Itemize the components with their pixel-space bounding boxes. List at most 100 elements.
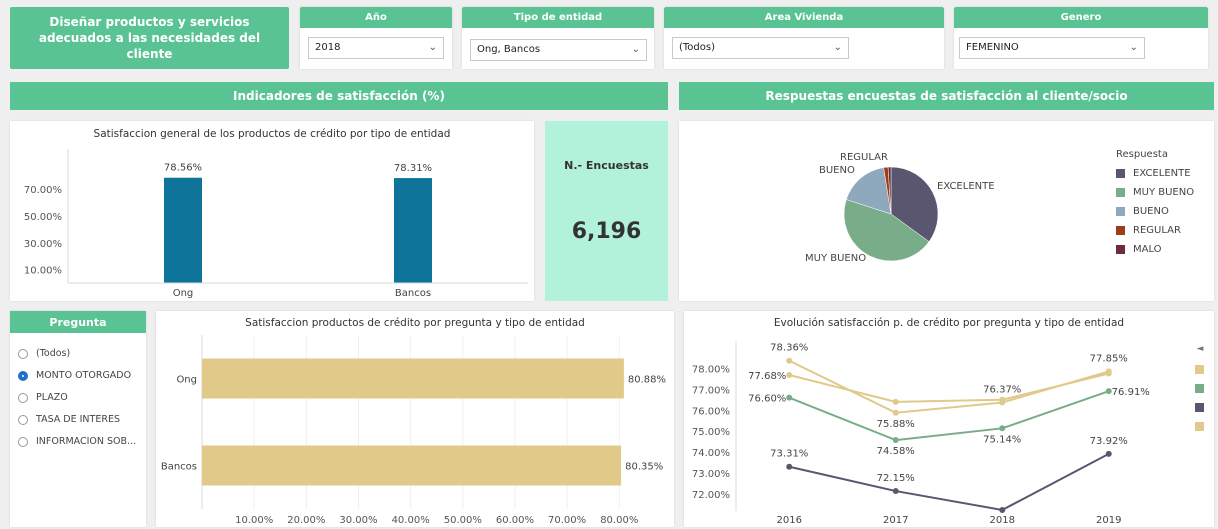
pregunta-option-label: (Todos) [36,348,71,359]
data-point [786,394,793,401]
y-tick-label: 74.00% [692,448,730,459]
year-select[interactable]: 2018 ⌄ [308,37,444,59]
legend-swatch [1195,365,1204,374]
data-label: 75.88% [877,419,915,430]
legend-label: MUY BUENO [1133,187,1195,198]
data-point [999,425,1006,432]
legend-swatch [1116,226,1125,235]
kpi-value: 6,196 [571,219,642,244]
x-tick-label: 20.00% [287,515,325,526]
pregunta-option-label: INFORMACION SOB... [36,436,137,447]
data-label: 73.92% [1090,436,1128,447]
chevron-down-icon: ⌄ [833,42,842,53]
x-tick-label: 10.00% [235,515,273,526]
data-label: 74.58% [877,446,915,457]
x-tick-label: 80.00% [600,515,638,526]
pie-legend-title: Respuesta [1116,149,1168,160]
year-select-value: 2018 [315,42,341,53]
y-tick-label: 77.00% [692,385,730,396]
data-point [892,488,899,495]
legend-swatch [1116,169,1125,178]
x-tick-label: 40.00% [392,515,430,526]
pregunta-option-informacion[interactable]: INFORMACION SOB... [18,436,136,447]
pregunta-option-label: MONTO OTORGADO [36,370,132,381]
chevron-down-icon: ⌄ [1129,42,1138,53]
data-point [786,357,793,364]
x-tick-label: 2018 [990,515,1015,526]
y-tick-label: 73.00% [692,469,730,480]
radio-selected-icon [18,370,28,381]
radio-icon [18,414,28,425]
filter-year-label: Año [300,7,452,28]
legend-swatch [1195,403,1204,412]
x-tick-label: 50.00% [444,515,482,526]
y-tick-label: 76.00% [692,406,730,417]
data-label: 75.14% [983,434,1021,445]
radio-icon [18,436,28,447]
pregunta-option-todos[interactable]: (Todos) [18,348,70,359]
satisfaction-evolution-chart: 72.00% 73.00% 74.00% 75.00% 76.00% 77.00% 78.0… [692,341,1204,526]
radio-icon [18,392,28,403]
x-tick-label: 70.00% [548,515,586,526]
area-select[interactable]: (Todos) ⌄ [672,37,849,59]
pie-slice-label: EXCELENTE [937,181,995,192]
x-tick-label: 2017 [883,515,908,526]
x-tick-label: 2016 [777,515,802,526]
dashboard-title-text: Diseñar productos y servicios adecuados … [38,15,261,61]
section-right-title: Respuestas encuestas de satisfacción al … [765,89,1128,103]
legend-item[interactable]: MALO [1116,244,1162,255]
y-tick-label: 75.00% [692,427,730,438]
legend-item[interactable]: EXCELENTE [1116,168,1191,179]
data-label: 76.91% [1112,387,1150,398]
pregunta-option-monto-otorgado[interactable]: MONTO OTORGADO [18,370,131,381]
legend-item[interactable]: REGULAR [1116,225,1181,236]
legend-item[interactable]: MUY BUENO [1116,187,1194,198]
legend-label: MALO [1133,244,1162,255]
satisfaction-by-question-chart: 10.00% 20.00% 30.00% 40.00% 50.00% 60.00% 70.0… [161,335,666,526]
bar [202,358,624,399]
series-line [788,390,1110,442]
y-tick-label: 30.00% [24,239,62,250]
data-point [1105,370,1112,377]
survey-responses-panel: EXCELENTE MUY BUENO BUENO REGULAR Respuesta… [679,121,1214,301]
x-tick-label: Bancos [395,288,431,299]
data-point [786,372,793,378]
bar [394,178,432,283]
pie-slice-label: BUENO [819,165,855,176]
filter-area-label: Area Vivienda [664,7,944,28]
data-label: 78.36% [770,343,808,354]
data-point [892,398,899,405]
bar [202,445,622,486]
chevron-down-icon: ⌄ [631,44,640,55]
y-tick-label: 72.00% [692,490,730,501]
pregunta-option-label: TASA DE INTERES [36,414,120,425]
legend-scroll-left-icon: ◄ [1197,344,1204,354]
y-tick-label: 10.00% [24,266,62,277]
filter-entity-type-label: Tipo de entidad [462,7,654,28]
filter-entity-type: Tipo de entidad Ong, Bancos ⌄ [462,7,654,69]
y-tick-label: 70.00% [24,185,62,196]
entity-type-select[interactable]: Ong, Bancos ⌄ [470,39,647,61]
radio-icon [18,348,28,359]
x-tick-label: Ong [173,288,194,299]
data-point [892,437,899,444]
pregunta-option-plazo[interactable]: PLAZO [18,392,68,403]
gender-select[interactable]: FEMENINO ⌄ [959,37,1145,59]
data-point [892,409,899,416]
pregunta-filter-panel: Pregunta (Todos) MONTO OTORGADO PLAZO TA… [10,311,146,527]
chevron-down-icon: ⌄ [428,42,437,53]
data-label: 80.88% [628,375,666,386]
bar [164,177,202,283]
pregunta-option-tasa-de-interes[interactable]: TASA DE INTERES [18,414,120,425]
legend-swatch [1116,207,1125,216]
filter-area: Area Vivienda (Todos) ⌄ [664,7,944,69]
series-line [789,453,1110,511]
data-label: 80.35% [625,462,663,473]
legend-label: EXCELENTE [1133,168,1191,179]
kpi-label: N.- Encuestas [564,159,649,172]
pregunta-title: Pregunta [10,311,146,333]
legend-item[interactable]: BUENO [1116,206,1169,217]
data-point [999,396,1006,403]
y-tick-label: 50.00% [24,212,62,223]
data-label: 76.37% [983,384,1021,395]
